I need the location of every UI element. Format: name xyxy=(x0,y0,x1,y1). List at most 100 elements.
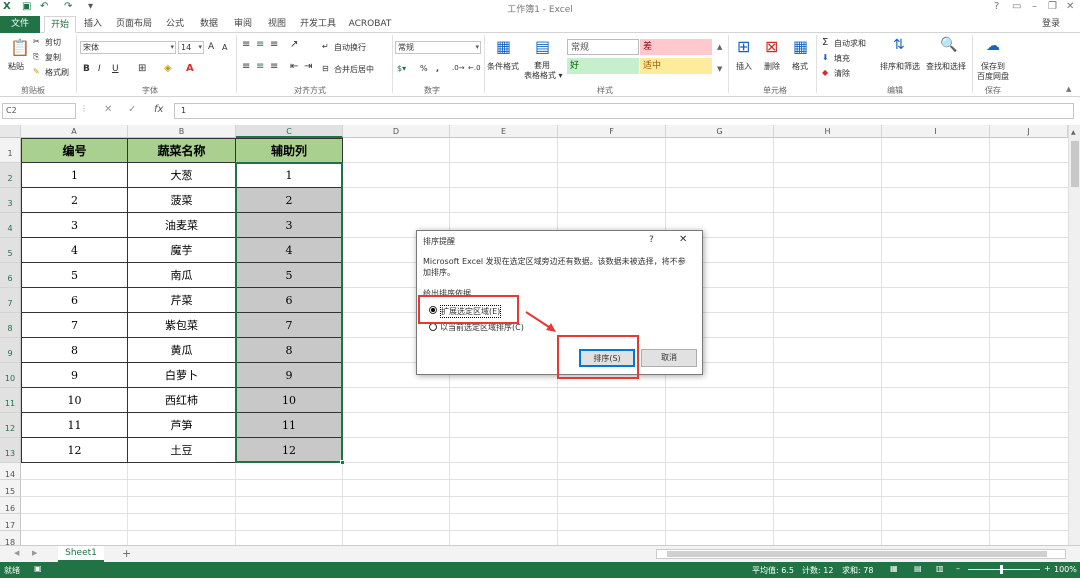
page-layout-view-icon[interactable]: ▤ xyxy=(914,564,922,573)
copy-button[interactable]: 复制 xyxy=(45,52,61,63)
table-cell[interactable]: 油麦菜 xyxy=(128,213,236,238)
table-cell[interactable]: 10 xyxy=(236,388,343,413)
tab-data[interactable]: 数据 xyxy=(194,16,224,33)
wrap-text-icon[interactable]: ↵ xyxy=(322,42,329,51)
column-header-h[interactable]: H xyxy=(774,125,882,138)
table-cell[interactable]: 紫包菜 xyxy=(128,313,236,338)
number-format-select[interactable]: 常规 ▾ xyxy=(395,41,481,54)
styles-scroll-down-icon[interactable]: ▼ xyxy=(717,65,722,73)
align-left-icon[interactable]: ≡ xyxy=(242,61,250,72)
insert-cells-button[interactable]: 插入 xyxy=(736,61,752,72)
font-name-select[interactable]: 宋体 ▾ xyxy=(80,41,176,54)
table-cell[interactable]: 10 xyxy=(21,388,128,413)
column-header-b[interactable]: B xyxy=(128,125,236,138)
table-cell[interactable]: 4 xyxy=(21,238,128,263)
table-cell[interactable]: 12 xyxy=(236,438,343,463)
minimize-icon[interactable]: – xyxy=(1032,1,1037,12)
table-cell[interactable]: 黄瓜 xyxy=(128,338,236,363)
tab-insert[interactable]: 插入 xyxy=(78,16,108,33)
cancel-entry-icon[interactable]: ✕ xyxy=(104,104,112,115)
fill-icon[interactable]: ⬇ xyxy=(822,53,829,62)
column-header-e[interactable]: E xyxy=(450,125,558,138)
save-to-baidu-button-line2[interactable]: 百度网盘 xyxy=(977,71,1009,82)
row-header-12[interactable]: 12 xyxy=(0,413,21,438)
column-header-j[interactable]: J xyxy=(990,125,1068,138)
row-header-9[interactable]: 9 xyxy=(0,338,21,363)
orientation-icon[interactable]: ↗ xyxy=(290,39,298,50)
dialog-help-button[interactable]: ? xyxy=(649,235,654,245)
format-cells-icon[interactable]: ▦ xyxy=(793,37,808,56)
format-painter-icon[interactable]: ✎ xyxy=(33,67,40,76)
baidu-cloud-icon[interactable]: ☁ xyxy=(986,38,1000,54)
tab-developer[interactable]: 开发工具 xyxy=(296,16,340,33)
delete-cells-icon[interactable]: ⊠ xyxy=(765,37,778,56)
table-cell[interactable]: 白萝卜 xyxy=(128,363,236,388)
table-cell[interactable]: 12 xyxy=(21,438,128,463)
tab-home[interactable]: 开始 xyxy=(44,16,76,33)
bold-button[interactable]: B xyxy=(83,64,90,74)
column-header-g[interactable]: G xyxy=(666,125,774,138)
row-header-5[interactable]: 5 xyxy=(0,238,21,263)
fill-color-icon[interactable]: ◈ xyxy=(164,63,172,74)
scroll-up-icon[interactable]: ▲ xyxy=(1071,129,1079,137)
table-cell[interactable]: 9 xyxy=(236,363,343,388)
prev-sheet-icon[interactable]: ◀ xyxy=(14,549,19,557)
table-cell[interactable]: 8 xyxy=(236,338,343,363)
table-cell[interactable]: 1 xyxy=(21,163,128,188)
row-header-11[interactable]: 11 xyxy=(0,388,21,413)
indent-icon[interactable]: ⇤ xyxy=(290,61,298,72)
table-cell[interactable]: 9 xyxy=(21,363,128,388)
table-cell[interactable]: 8 xyxy=(21,338,128,363)
help-button[interactable]: ? xyxy=(994,1,999,12)
table-cell[interactable]: 3 xyxy=(21,213,128,238)
select-all-button[interactable] xyxy=(0,125,21,138)
table-cell[interactable]: 2 xyxy=(236,188,343,213)
page-break-view-icon[interactable]: ▥ xyxy=(936,564,944,573)
vertical-scroll-thumb[interactable] xyxy=(1071,141,1079,187)
italic-button[interactable]: I xyxy=(98,64,101,74)
style-good[interactable]: 好 xyxy=(567,58,639,74)
font-color-icon[interactable]: A xyxy=(186,63,194,74)
table-cell[interactable]: 7 xyxy=(21,313,128,338)
style-bad[interactable]: 差 xyxy=(640,39,712,55)
row-header-17[interactable]: 17 xyxy=(0,514,21,531)
collapse-ribbon-icon[interactable]: ▲ xyxy=(1066,85,1071,93)
percent-button[interactable]: % xyxy=(420,64,428,73)
row-header-4[interactable]: 4 xyxy=(0,213,21,238)
row-header-1[interactable]: 1 xyxy=(0,138,21,163)
format-cells-button[interactable]: 格式 xyxy=(792,61,808,72)
paste-icon[interactable]: 📋 xyxy=(10,38,30,57)
conditional-format-button[interactable]: 条件格式 xyxy=(487,61,519,72)
zoom-slider-thumb[interactable] xyxy=(1000,565,1003,574)
table-cell[interactable]: 4 xyxy=(236,238,343,263)
decrease-decimal-icon[interactable]: ←.0 xyxy=(468,64,481,72)
row-header-8[interactable]: 8 xyxy=(0,313,21,338)
table-header-cell[interactable]: 编号 xyxy=(21,138,128,163)
table-cell[interactable]: 西红柿 xyxy=(128,388,236,413)
next-sheet-icon[interactable]: ▶ xyxy=(32,549,37,557)
insert-function-button[interactable]: fx xyxy=(154,104,163,115)
row-header-6[interactable]: 6 xyxy=(0,263,21,288)
table-header-cell[interactable]: 蔬菜名称 xyxy=(128,138,236,163)
name-box[interactable]: C2 xyxy=(2,103,76,119)
cut-button[interactable]: 剪切 xyxy=(45,37,61,48)
login-link[interactable]: 登录 xyxy=(1036,16,1066,33)
table-cell[interactable]: 南瓜 xyxy=(128,263,236,288)
style-neutral[interactable]: 适中 xyxy=(640,58,712,74)
sheet-tab-sheet1[interactable]: Sheet1 xyxy=(58,546,104,562)
row-header-18[interactable]: 18 xyxy=(0,531,21,545)
zoom-in-button[interactable]: + xyxy=(1044,564,1051,573)
confirm-entry-icon[interactable]: ✓ xyxy=(128,104,136,115)
tab-review[interactable]: 审阅 xyxy=(228,16,258,33)
current-selection-radio[interactable] xyxy=(429,323,437,331)
close-icon[interactable]: ✕ xyxy=(1066,1,1074,12)
table-cell[interactable]: 1 xyxy=(236,163,343,188)
format-as-table-button-line2[interactable]: 表格格式 ▾ xyxy=(524,70,563,81)
table-cell[interactable]: 5 xyxy=(236,263,343,288)
sort-filter-icon[interactable]: ⇅ xyxy=(893,37,905,53)
restore-icon[interactable]: ❐ xyxy=(1048,1,1057,12)
copy-icon[interactable]: ⎘ xyxy=(33,52,39,62)
tab-page-layout[interactable]: 页面布局 xyxy=(112,16,156,33)
sort-filter-button[interactable]: 排序和筛选 xyxy=(880,61,920,72)
zoom-out-button[interactable]: – xyxy=(956,564,960,573)
